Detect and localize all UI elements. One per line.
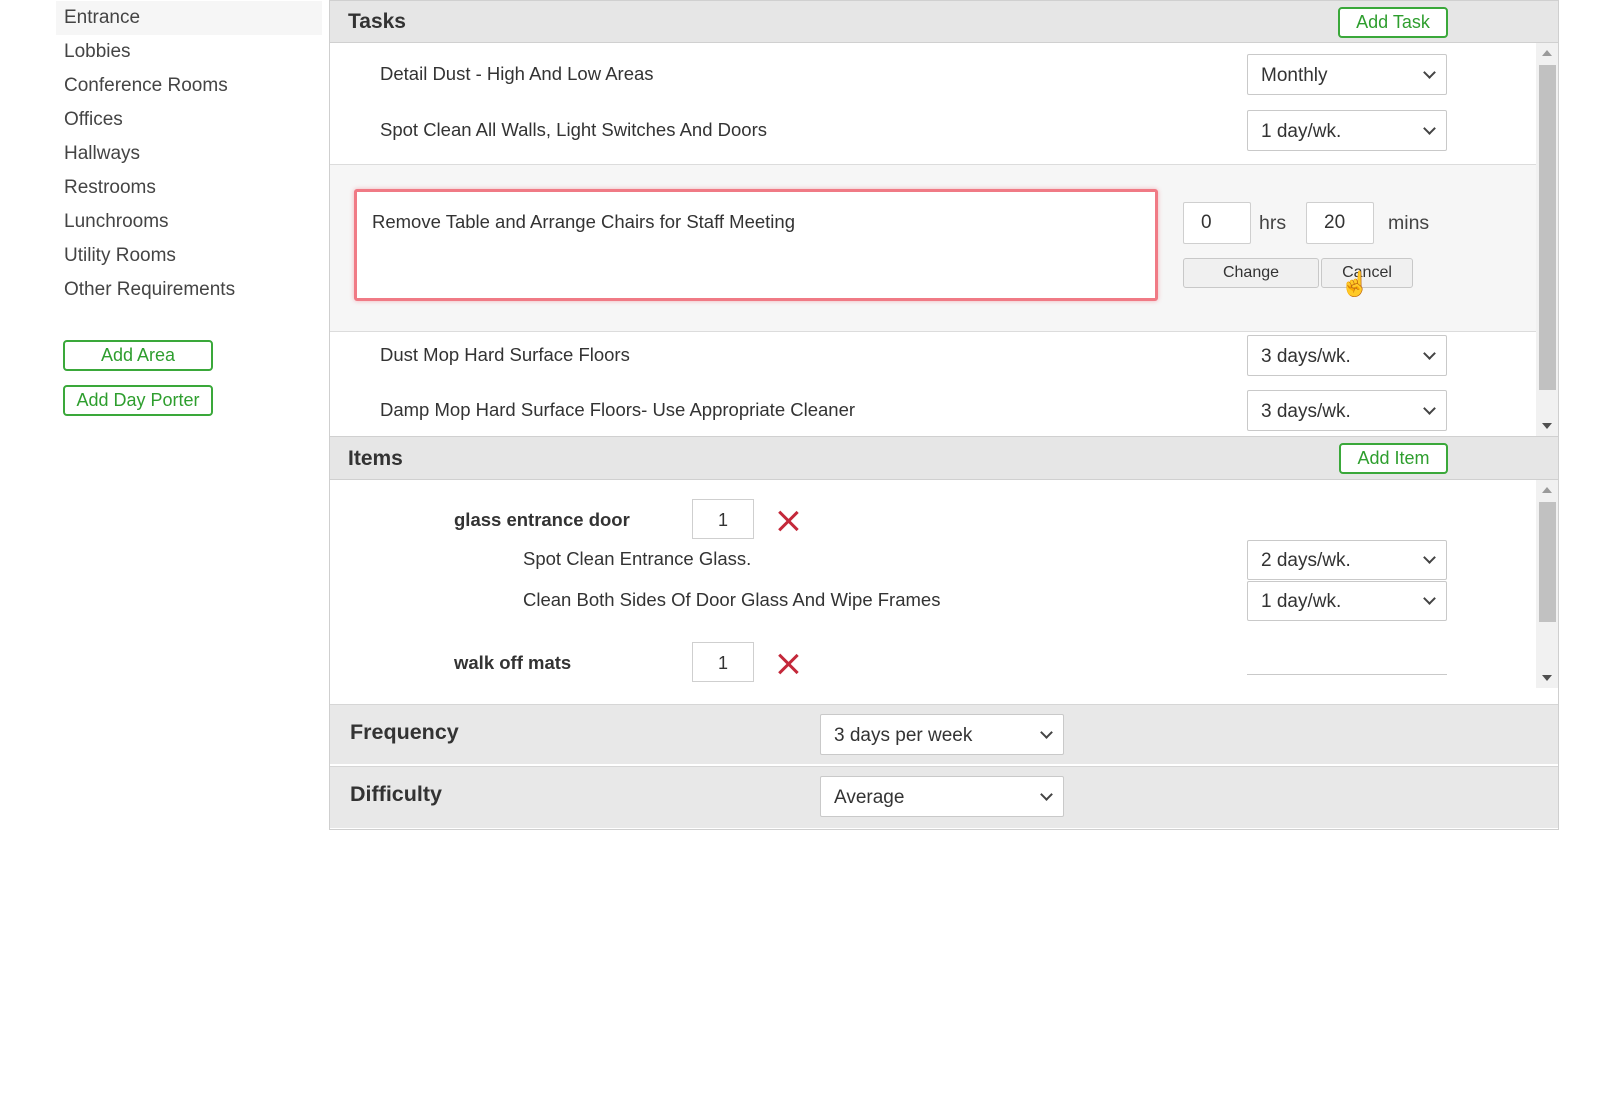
item-task-label: Spot Clean Entrance Glass. [523, 548, 752, 569]
chevron-down-icon [1423, 592, 1436, 605]
sidebar-item-lunchrooms[interactable]: Lunchrooms [56, 205, 322, 239]
select-value: 2 days/wk. [1261, 550, 1351, 571]
task-frequency-select[interactable]: 1 day/wk. [1247, 110, 1447, 151]
partially-hidden-select [1247, 674, 1447, 676]
task-frequency-select[interactable]: 3 days/wk. [1247, 390, 1447, 431]
select-value: Average [834, 787, 905, 808]
sidebar-item-conference-rooms[interactable]: Conference Rooms [56, 69, 322, 103]
chevron-down-icon [1040, 787, 1053, 801]
task-frequency-select[interactable]: Monthly [1247, 54, 1447, 95]
chevron-down-icon [1423, 346, 1436, 360]
items-list: glass entrance door 1 Spot Clean Entranc… [330, 480, 1558, 704]
difficulty-row: Difficulty Average [330, 766, 1558, 828]
item-quantity-input[interactable]: 1 [692, 499, 754, 539]
sidebar-item-utility-rooms[interactable]: Utility Rooms [56, 239, 322, 273]
items-title: Items [348, 447, 403, 470]
minutes-input[interactable]: 20 [1306, 202, 1374, 244]
hand-pointer-icon: ☝ [1340, 271, 1370, 298]
difficulty-label: Difficulty [350, 782, 442, 806]
tasks-list: Detail Dust - High And Low Areas Monthly… [330, 43, 1558, 436]
add-area-button[interactable]: Add Area [63, 340, 213, 371]
sidebar-item-offices[interactable]: Offices [56, 103, 322, 137]
tasks-scrollbar[interactable] [1536, 43, 1558, 436]
scroll-up-icon[interactable] [1542, 50, 1552, 56]
select-value: 3 days/wk. [1261, 401, 1351, 422]
sidebar-item-lobbies[interactable]: Lobbies [56, 35, 322, 69]
area-detail-panel: Tasks Add Task Detail Dust - High And Lo… [329, 0, 1559, 830]
item-task-label: Clean Both Sides Of Door Glass And Wipe … [523, 589, 941, 610]
task-label: Damp Mop Hard Surface Floors- Use Approp… [380, 399, 856, 420]
hours-input[interactable]: 0 [1183, 202, 1251, 244]
chevron-down-icon [1423, 121, 1436, 135]
sidebar-item-restrooms[interactable]: Restrooms [56, 171, 322, 205]
tasks-title: Tasks [348, 10, 406, 33]
select-value: 3 days/wk. [1261, 346, 1351, 367]
minutes-unit-label: mins [1388, 212, 1430, 234]
task-label: Spot Clean All Walls, Light Switches And… [380, 119, 767, 140]
remove-item-icon[interactable] [777, 653, 799, 675]
select-value: 3 days per week [834, 725, 973, 746]
add-task-button[interactable]: Add Task [1338, 7, 1448, 38]
items-header: Items Add Item [330, 436, 1558, 480]
sidebar-item-entrance[interactable]: Entrance [56, 1, 322, 35]
tasks-scroll-thumb[interactable] [1539, 65, 1556, 390]
item-task-frequency-select[interactable]: 2 days/wk. [1247, 540, 1447, 580]
select-value: Monthly [1261, 65, 1328, 86]
select-value: 1 day/wk. [1261, 121, 1342, 142]
chevron-down-icon [1423, 401, 1436, 415]
chevron-down-icon [1423, 65, 1436, 79]
scroll-down-icon[interactable] [1542, 675, 1552, 681]
hours-unit-label: hrs [1259, 212, 1287, 234]
task-label: Detail Dust - High And Low Areas [380, 63, 654, 84]
chevron-down-icon [1423, 551, 1436, 564]
difficulty-select[interactable]: Average [820, 776, 1064, 817]
sidebar-item-hallways[interactable]: Hallways [56, 137, 322, 171]
item-task-frequency-select[interactable]: 1 day/wk. [1247, 581, 1447, 621]
frequency-select[interactable]: 3 days per week [820, 714, 1064, 755]
task-description-textarea[interactable]: Remove Table and Arrange Chairs for Staf… [354, 189, 1158, 301]
remove-item-icon[interactable] [777, 510, 799, 532]
change-button[interactable]: Change [1183, 258, 1319, 288]
select-value: 1 day/wk. [1261, 591, 1342, 612]
add-day-porter-button[interactable]: Add Day Porter [63, 385, 213, 416]
items-scrollbar[interactable] [1536, 480, 1558, 688]
add-item-button[interactable]: Add Item [1339, 443, 1448, 474]
task-frequency-select[interactable]: 3 days/wk. [1247, 335, 1447, 376]
task-label: Dust Mop Hard Surface Floors [380, 344, 630, 365]
tasks-header: Tasks Add Task [330, 0, 1558, 43]
item-name: glass entrance door [454, 509, 630, 530]
scroll-up-icon[interactable] [1542, 487, 1552, 493]
item-quantity-input[interactable]: 1 [692, 642, 754, 682]
frequency-row: Frequency 3 days per week [330, 704, 1558, 764]
task-edit-row: Remove Table and Arrange Chairs for Staf… [330, 164, 1536, 332]
scroll-down-icon[interactable] [1542, 423, 1552, 429]
frequency-label: Frequency [350, 720, 459, 744]
sidebar-item-other-requirements[interactable]: Other Requirements [56, 273, 322, 307]
items-scroll-thumb[interactable] [1539, 502, 1556, 622]
item-name: walk off mats [454, 652, 572, 673]
chevron-down-icon [1040, 725, 1053, 739]
